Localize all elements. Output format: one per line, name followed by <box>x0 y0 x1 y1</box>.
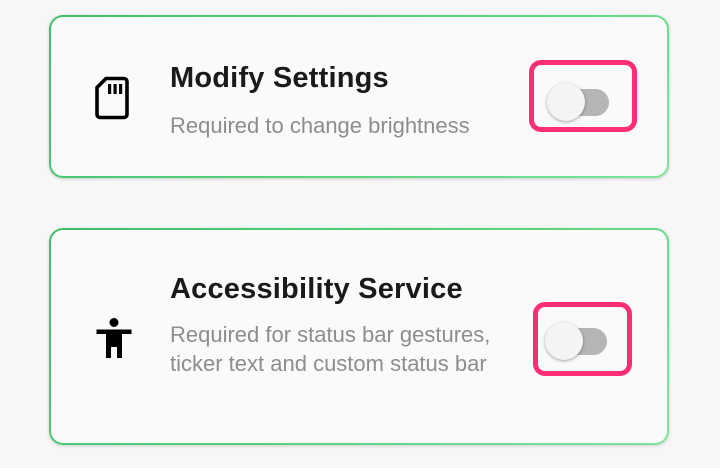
accessibility-service-toggle[interactable] <box>545 320 609 362</box>
switch-thumb <box>545 322 583 360</box>
switch-thumb <box>547 83 585 121</box>
permission-title: Modify Settings <box>170 62 389 94</box>
accessibility-service-card: Accessibility Service Required for statu… <box>49 228 669 445</box>
modify-settings-toggle[interactable] <box>547 81 611 123</box>
permission-description: Required to change brightness <box>170 113 470 138</box>
permission-title: Accessibility Service <box>170 273 463 305</box>
accessibility-icon <box>95 318 133 365</box>
modify-settings-card: Modify Settings Required to change brigh… <box>49 15 669 178</box>
sd-card-icon <box>95 76 129 125</box>
permission-description: Required for status bar gestures, ticker… <box>170 322 491 376</box>
